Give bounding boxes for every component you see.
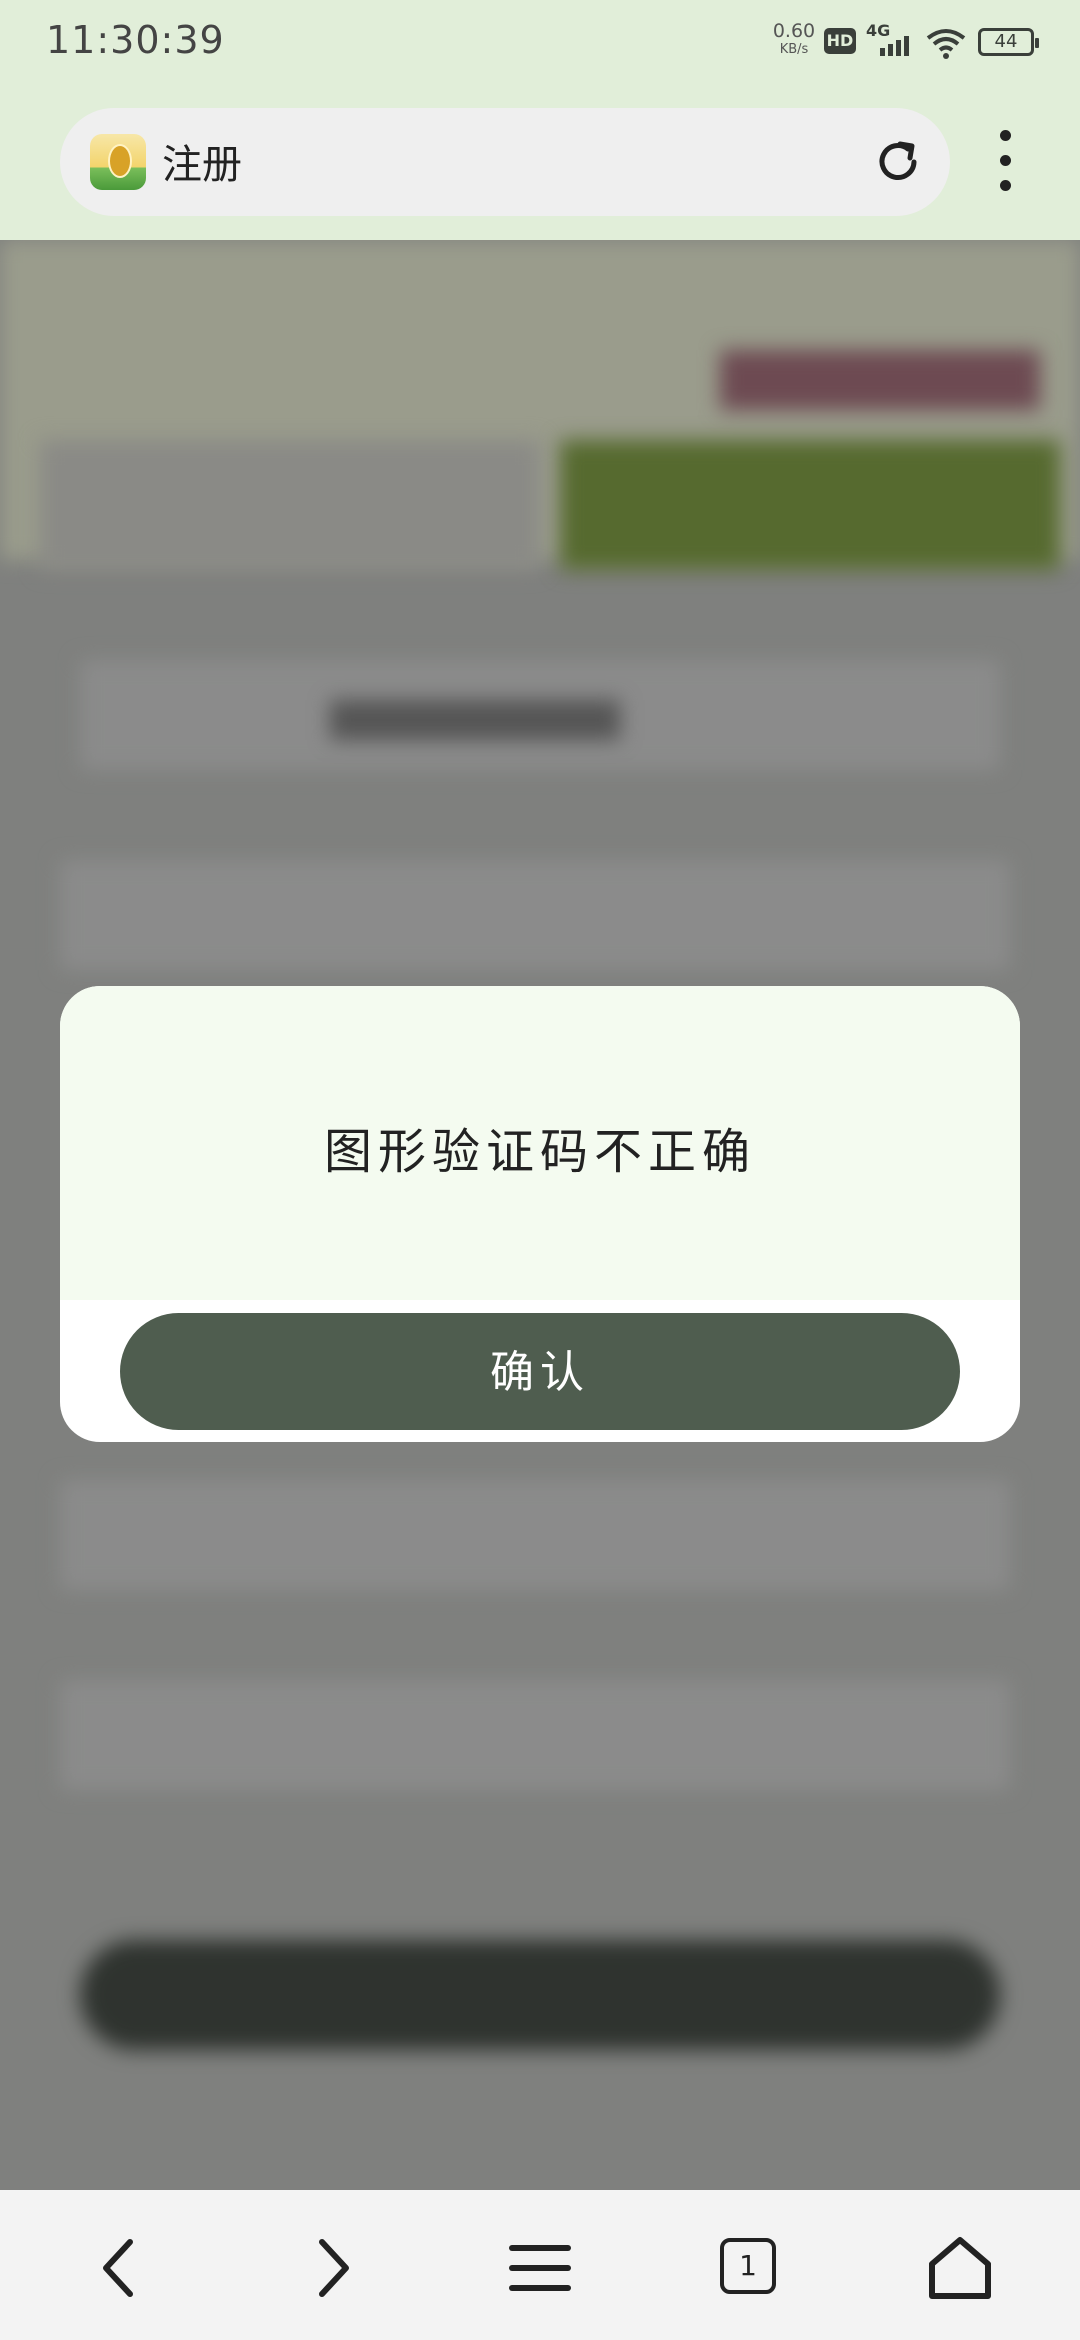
tab-count: 1 (720, 2238, 776, 2294)
network-type-label: 4G (866, 22, 890, 40)
status-bar: 11:30:39 0.60 KB/s HD 4G 44 (0, 0, 1080, 100)
wifi-icon (926, 28, 966, 64)
network-speed-unit: KB/s (779, 42, 809, 57)
network-speed: 0.60 KB/s (772, 20, 816, 57)
hd-icon: HD (824, 28, 856, 54)
dialog-message: 图形验证码不正确 (323, 1124, 756, 1180)
more-vertical-icon[interactable] (990, 130, 1020, 200)
alert-dialog: 图形验证码不正确 确认 (60, 986, 1020, 1442)
page-title: 注册 (162, 142, 242, 188)
home-icon[interactable] (920, 2228, 1000, 2308)
tabs-icon[interactable]: 1 (712, 2228, 792, 2308)
dialog-body: 图形验证码不正确 (60, 986, 1020, 1300)
confirm-button[interactable]: 确认 (120, 1313, 960, 1430)
reload-icon[interactable] (870, 134, 926, 190)
status-time: 11:30:39 (46, 18, 225, 62)
browser-toolbar: 注册 (0, 100, 1080, 240)
address-bar[interactable]: 注册 (60, 108, 950, 216)
signal-icon: 4G (866, 21, 916, 62)
forward-icon[interactable] (290, 2228, 370, 2308)
bottom-navigation: 1 (0, 2190, 1080, 2340)
app-logo-icon (90, 134, 146, 190)
network-speed-value: 0.60 (772, 20, 816, 42)
battery-icon: 44 (978, 28, 1039, 56)
menu-icon[interactable] (500, 2228, 580, 2308)
back-icon[interactable] (82, 2228, 162, 2308)
